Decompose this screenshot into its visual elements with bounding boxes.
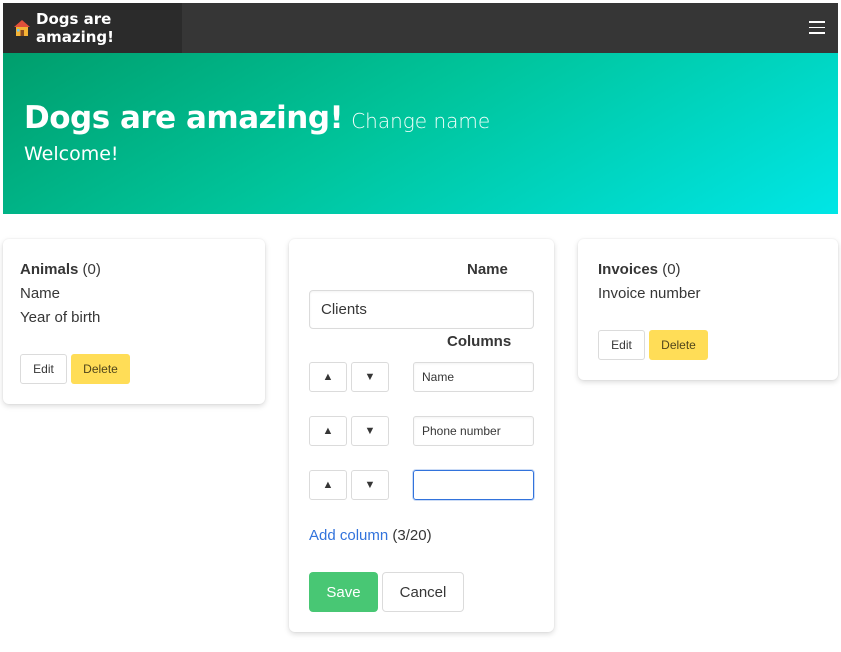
entity-card-invoices: Invoices (0) Invoice number Edit Delete xyxy=(578,239,838,380)
entity-editor-card: Name Clients Columns ▲ ▼ Name ▲ ▼ Phone … xyxy=(289,239,554,632)
app-title: Dogs are amazing! xyxy=(24,100,344,136)
column-name-input[interactable]: Phone number xyxy=(413,416,534,446)
brand-title: Dogs are amazing! xyxy=(36,10,115,46)
hamburger-menu-icon[interactable] xyxy=(809,21,825,35)
hero-title-row: Dogs are amazing! Change name xyxy=(24,100,490,136)
change-name-link[interactable]: Change name xyxy=(351,109,490,133)
field-label: Name xyxy=(20,285,61,302)
cancel-button[interactable]: Cancel xyxy=(382,572,464,612)
hero-banner: Dogs are amazing! Change name Welcome! xyxy=(3,53,838,214)
field-label: Invoice number xyxy=(598,285,701,302)
top-navbar: Dogs are amazing! xyxy=(3,3,838,53)
add-column-row: Add column (3/20) xyxy=(309,527,432,544)
entity-name: Invoices xyxy=(598,261,659,278)
move-down-button[interactable]: ▼ xyxy=(351,362,389,392)
house-icon xyxy=(13,19,31,37)
column-count: (3/20) xyxy=(392,527,432,544)
entity-name: Animals xyxy=(20,261,79,278)
columns-label: Columns xyxy=(447,333,512,350)
brand-home-link[interactable]: Dogs are amazing! xyxy=(3,3,182,53)
entity-count: (0) xyxy=(662,261,681,278)
entity-name-input[interactable]: Clients xyxy=(309,290,534,329)
column-name-input[interactable]: Name xyxy=(413,362,534,392)
add-column-link[interactable]: Add column xyxy=(309,527,388,544)
column-name-input[interactable] xyxy=(413,470,534,500)
welcome-subtitle: Welcome! xyxy=(24,143,119,165)
delete-button[interactable]: Delete xyxy=(649,330,708,360)
move-up-button[interactable]: ▲ xyxy=(309,362,347,392)
entity-title: Animals (0) xyxy=(20,261,101,278)
move-up-button[interactable]: ▲ xyxy=(309,416,347,446)
entity-card-animals: Animals (0) Name Year of birth Edit Dele… xyxy=(3,239,265,404)
edit-button[interactable]: Edit xyxy=(20,354,67,384)
move-up-button[interactable]: ▲ xyxy=(309,470,347,500)
edit-button[interactable]: Edit xyxy=(598,330,645,360)
entity-title: Invoices (0) xyxy=(598,261,681,278)
save-button[interactable]: Save xyxy=(309,572,378,612)
entity-count: (0) xyxy=(82,261,101,278)
name-label: Name xyxy=(467,261,508,278)
move-down-button[interactable]: ▼ xyxy=(351,416,389,446)
move-down-button[interactable]: ▼ xyxy=(351,470,389,500)
field-label: Year of birth xyxy=(20,309,101,326)
delete-button[interactable]: Delete xyxy=(71,354,130,384)
